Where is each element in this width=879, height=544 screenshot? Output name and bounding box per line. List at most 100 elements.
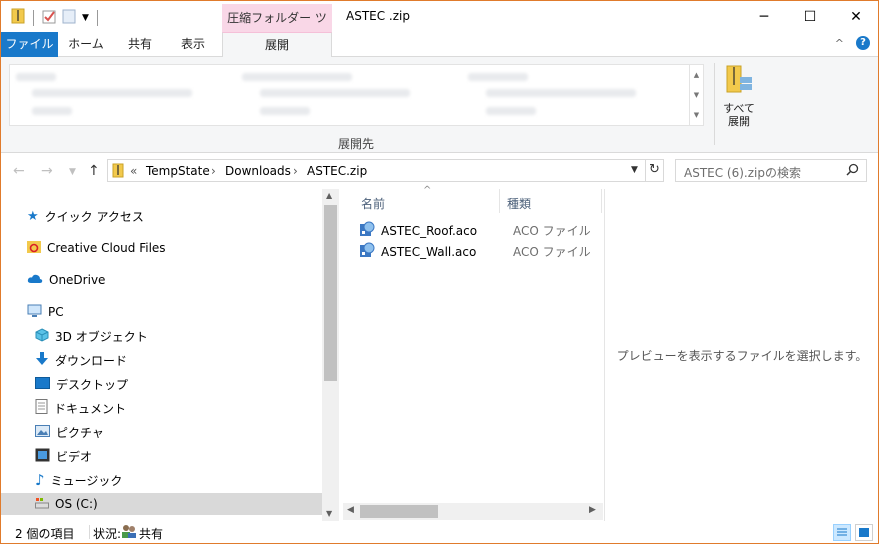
scroll-down-icon[interactable]: ▼ (326, 509, 332, 518)
back-arrow-icon[interactable]: ← (13, 163, 25, 179)
address-bar[interactable]: « TempState › Downloads › ASTEC.zip ▼ ↻ (107, 159, 664, 182)
nav-item-music[interactable]: ♪ ミュージック (35, 469, 122, 491)
quick-access-toolbar: ▼ (11, 8, 100, 27)
ribbon-body: ▲ ▼ ▼ 展開先 すべて 展開 (1, 57, 878, 153)
qat-separator (96, 9, 98, 26)
extract-all-icon (725, 64, 753, 99)
column-divider[interactable] (499, 189, 500, 213)
nav-item-videos[interactable]: ビデオ (35, 445, 92, 467)
title-bar: ▼ 圧縮フォルダー ツール ASTEC .zip ─ ☐ ✕ (1, 1, 878, 53)
nav-item-downloads[interactable]: ダウンロード (35, 349, 127, 371)
ribbon-tabs: ファイル ホーム 共有 表示 展開 ^ ? (1, 32, 878, 58)
refresh-icon[interactable]: ↻ (649, 162, 660, 177)
new-folder-icon[interactable] (62, 8, 76, 27)
computer-icon (27, 304, 42, 320)
column-header-type[interactable]: 種類 (507, 195, 531, 212)
details-view-icon[interactable] (833, 524, 851, 541)
nav-item-label: ミュージック (50, 473, 123, 488)
gallery-more-icon[interactable]: ▼ (694, 111, 699, 119)
gallery-scrollbar[interactable]: ▲ ▼ ▼ (689, 65, 703, 125)
tab-file[interactable]: ファイル (1, 32, 58, 57)
maximize-button[interactable]: ☐ (787, 1, 833, 32)
nav-item-pictures[interactable]: ピクチャ (35, 421, 104, 443)
close-button[interactable]: ✕ (833, 1, 878, 32)
item-count: 2 個の項目 (15, 527, 75, 541)
large-icons-view-icon[interactable] (855, 524, 873, 541)
nav-item-label: 3D オブジェクト (55, 329, 148, 344)
help-icon[interactable]: ? (856, 36, 870, 50)
nav-item-label: ダウンロード (55, 353, 128, 368)
file-list: ^ 名前 種類 ASTEC_Roof.aco ACO ファイル ASTEC_Wa… (343, 185, 603, 521)
zip-folder-icon[interactable] (11, 8, 25, 27)
breadcrumb-tempstate[interactable]: TempState (146, 164, 210, 178)
tab-view[interactable]: 表示 (166, 32, 220, 57)
scroll-up-icon[interactable]: ▲ (694, 71, 699, 79)
extract-all-label-line2: 展開 (728, 115, 750, 128)
scrollbar-thumb[interactable] (324, 205, 337, 381)
status-label: 状況: (93, 527, 122, 541)
ribbon-collapse-icon[interactable]: ^ (835, 37, 844, 50)
nav-item-quick-access[interactable]: ★ クイック アクセス (27, 205, 144, 227)
search-input[interactable]: ASTEC (6).zipの検索 (684, 164, 801, 181)
star-icon: ★ (27, 208, 39, 224)
cube-icon (35, 327, 49, 345)
file-name: ASTEC_Roof.aco (381, 223, 478, 238)
ribbon-controls: ^ ? (835, 36, 870, 50)
properties-icon[interactable] (42, 8, 56, 27)
breadcrumb-downloads[interactable]: Downloads (225, 164, 291, 178)
aco-file-icon (359, 242, 375, 261)
up-arrow-icon[interactable]: ↑ (88, 163, 100, 179)
status-bar: 2 個の項目 状況: 共有 (1, 521, 878, 543)
scrollbar-thumb[interactable] (360, 505, 438, 518)
picture-icon (35, 424, 50, 440)
address-history-icon[interactable]: ▼ (631, 165, 638, 175)
window-title: ASTEC .zip (346, 9, 410, 23)
tab-home[interactable]: ホーム (58, 32, 114, 57)
file-row[interactable]: ASTEC_Roof.aco ACO ファイル (359, 220, 599, 241)
nav-item-label: OS (C:) (55, 497, 98, 511)
tab-share[interactable]: 共有 (114, 32, 166, 57)
nav-item-label: OneDrive (49, 273, 106, 287)
breadcrumb-separator: › (293, 164, 298, 178)
nav-item-onedrive[interactable]: OneDrive (27, 269, 105, 291)
status-value: 共有 (139, 527, 164, 541)
desktop-icon (35, 376, 50, 392)
extract-all-label-line1: すべて (723, 102, 755, 115)
customize-qat-icon[interactable]: ▼ (82, 13, 89, 23)
music-note-icon: ♪ (35, 471, 45, 489)
scroll-left-icon[interactable]: ◀ (347, 505, 354, 515)
extract-destination-gallery[interactable]: ▲ ▼ ▼ (9, 64, 704, 126)
nav-item-creative-cloud[interactable]: Creative Cloud Files (27, 237, 166, 259)
nav-item-documents[interactable]: ドキュメント (35, 397, 126, 419)
nav-item-3d-objects[interactable]: 3D オブジェクト (35, 325, 148, 347)
forward-arrow-icon[interactable]: → (41, 163, 53, 179)
extract-all-button[interactable]: すべて 展開 (720, 64, 758, 130)
recent-locations-icon[interactable]: ▼ (69, 167, 76, 177)
nav-item-label: ピクチャ (56, 425, 104, 440)
nav-item-os-drive[interactable]: OS (C:) (1, 493, 322, 515)
status-separator (89, 525, 90, 539)
nav-item-label: Creative Cloud Files (47, 241, 166, 255)
file-row[interactable]: ASTEC_Wall.aco ACO ファイル (359, 241, 599, 262)
column-header-name[interactable]: 名前 (361, 195, 385, 212)
horizontal-scrollbar[interactable]: ◀ ▶ (343, 503, 603, 520)
address-separator (645, 160, 646, 181)
minimize-button[interactable]: ─ (741, 1, 787, 32)
scroll-right-icon[interactable]: ▶ (589, 505, 596, 515)
video-icon (35, 448, 50, 465)
breadcrumb-overflow[interactable]: « (130, 164, 137, 178)
column-divider[interactable] (601, 189, 602, 213)
explorer-window: ▼ 圧縮フォルダー ツール ASTEC .zip ─ ☐ ✕ ファイル ホーム … (0, 0, 879, 544)
file-name: ASTEC_Wall.aco (381, 244, 477, 259)
navigation-scrollbar[interactable]: ▲ ▼ (322, 189, 339, 521)
search-icon[interactable] (846, 163, 859, 179)
nav-item-desktop[interactable]: デスクトップ (35, 373, 128, 395)
scroll-up-icon[interactable]: ▲ (326, 191, 332, 200)
search-box[interactable]: ASTEC (6).zipの検索 (675, 159, 867, 182)
nav-item-pc[interactable]: PC (27, 301, 64, 323)
breadcrumb-astec-zip[interactable]: ASTEC.zip (307, 164, 367, 178)
download-arrow-icon (35, 351, 49, 369)
creative-cloud-icon (27, 240, 41, 257)
tab-extract[interactable]: 展開 (222, 32, 332, 58)
scroll-down-icon[interactable]: ▼ (694, 91, 699, 99)
